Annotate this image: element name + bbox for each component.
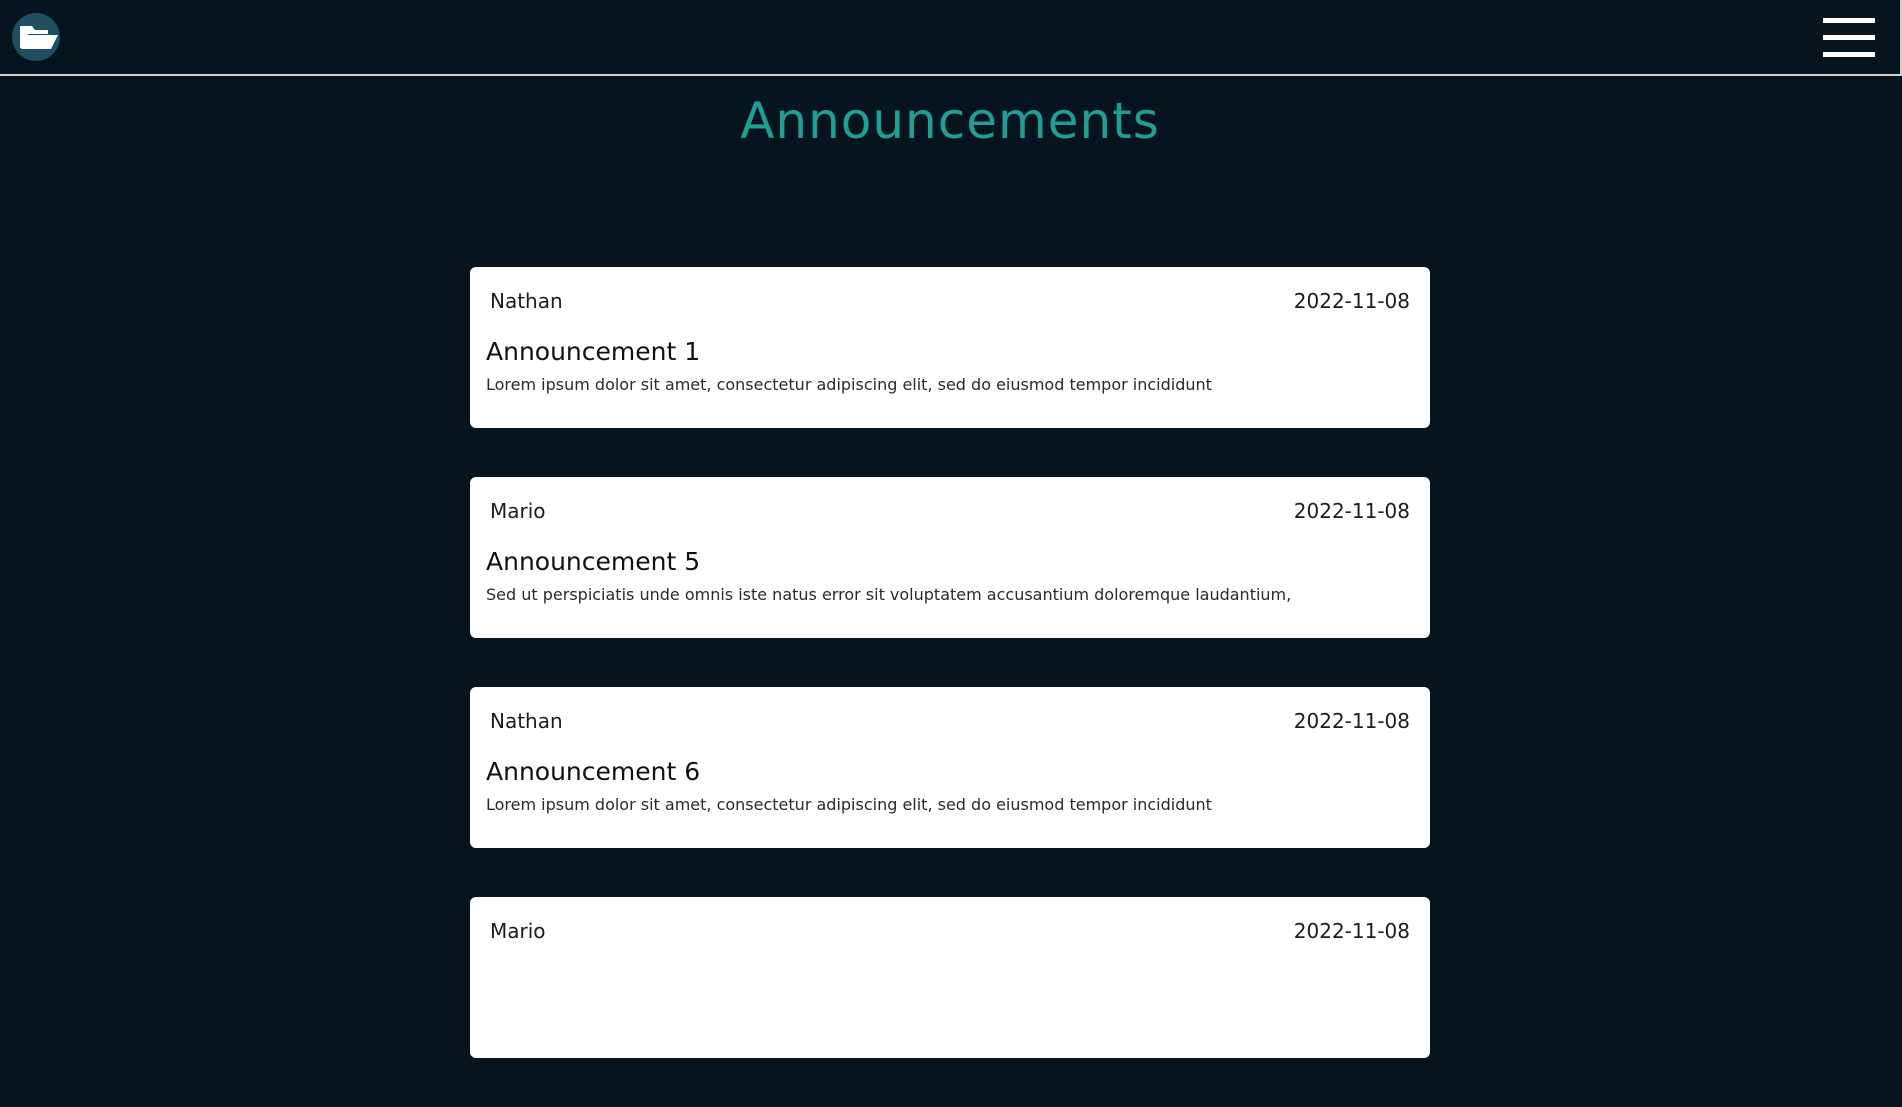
announcement-author: Nathan xyxy=(490,289,563,313)
hamburger-line-icon xyxy=(1823,52,1875,57)
top-navbar xyxy=(0,0,1902,76)
announcement-body: Sed ut perspiciatis unde omnis iste natu… xyxy=(486,585,1292,604)
hamburger-line-icon xyxy=(1823,35,1875,40)
announcement-body: Lorem ipsum dolor sit amet, consectetur … xyxy=(486,375,1212,394)
announcement-date: 2022-11-08 xyxy=(1293,919,1410,943)
announcement-author: Nathan xyxy=(490,709,563,733)
announcement-date: 2022-11-08 xyxy=(1293,709,1410,733)
home-logo-link[interactable] xyxy=(12,13,60,61)
announcement-author: Mario xyxy=(490,499,546,523)
announcement-card[interactable]: Mario 2022-11-08 Announcement 5 Sed ut p… xyxy=(470,477,1430,638)
announcement-title: Announcement 5 xyxy=(486,547,701,576)
folder-icon xyxy=(20,26,58,49)
announcement-date: 2022-11-08 xyxy=(1293,289,1410,313)
announcement-card[interactable]: Mario 2022-11-08 xyxy=(470,897,1430,1058)
hamburger-menu-button[interactable] xyxy=(1823,18,1875,58)
announcement-author: Mario xyxy=(490,919,546,943)
announcement-list: Nathan 2022-11-08 Announcement 1 Lorem i… xyxy=(470,267,1430,1107)
announcement-title: Announcement 1 xyxy=(486,337,701,366)
announcement-title: Announcement 6 xyxy=(486,757,701,786)
announcement-date: 2022-11-08 xyxy=(1293,499,1410,523)
page-title: Announcements xyxy=(740,92,1160,150)
announcement-body: Lorem ipsum dolor sit amet, consectetur … xyxy=(486,795,1212,814)
announcement-card[interactable]: Nathan 2022-11-08 Announcement 1 Lorem i… xyxy=(470,267,1430,428)
hamburger-line-icon xyxy=(1823,18,1875,23)
announcement-card[interactable]: Nathan 2022-11-08 Announcement 6 Lorem i… xyxy=(470,687,1430,848)
